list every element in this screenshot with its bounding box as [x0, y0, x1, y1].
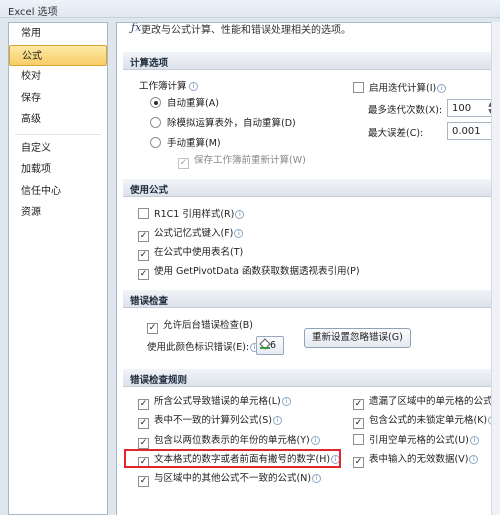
nav-divider: [15, 133, 101, 135]
checkbox[interactable]: ✓: [147, 323, 158, 334]
max-iterations-input[interactable]: 100 ▲▼: [447, 99, 497, 117]
reset-ignored-errors-button[interactable]: 重新设置忽略错误(G): [304, 328, 411, 348]
info-icon: i: [272, 416, 282, 425]
checkbox[interactable]: ✓: [353, 457, 364, 468]
info-icon: i: [469, 455, 479, 464]
radio-manual-calc[interactable]: 手动重算(M): [150, 136, 221, 151]
checkbox-rule-omitted-cells[interactable]: ✓ 遗漏了区域中的单元格的公式(O): [353, 394, 500, 410]
checkbox[interactable]: [138, 208, 149, 219]
nav-item-general[interactable]: 常用: [9, 23, 107, 45]
info-icon: i: [235, 210, 245, 219]
nav-item-customize[interactable]: 自定义: [9, 138, 107, 160]
checkbox[interactable]: [353, 434, 364, 445]
checkbox-r1c1[interactable]: R1C1 引用样式(R) i: [138, 207, 245, 222]
max-iterations-label: 最多迭代次数(X):: [368, 105, 443, 116]
info-icon: i: [437, 84, 447, 93]
options-nav: 常用 公式 校对 保存 高级 自定义 加载项 信任中心 资源: [8, 22, 108, 515]
formulas-panel: ƒx 更改与公式计算、性能和错误处理相关的选项。 计算选项 工作簿计算 i 自动…: [116, 22, 500, 515]
checkbox-rule-two-digit-years[interactable]: ✓ 包含以两位数表示的年份的单元格(Y) i: [138, 433, 320, 449]
nav-item-save[interactable]: 保存: [9, 88, 107, 110]
radio-auto-calc[interactable]: 自动重算(A): [150, 96, 219, 111]
checkbox-rule-unlocked-cells[interactable]: ✓包含公式的未锁定单元格(K)i: [353, 413, 498, 429]
window-title: Excel 选项: [0, 0, 500, 18]
checkbox-rule-error-formulas[interactable]: ✓ 所含公式导致错误的单元格(L) i: [138, 394, 291, 410]
info-icon: i: [281, 397, 291, 406]
checkbox-background-error-checking[interactable]: ✓ 允许后台错误检查(B): [147, 318, 253, 334]
nav-item-trust-center[interactable]: 信任中心: [9, 181, 107, 203]
checkbox-rule-empty-cells[interactable]: 引用空单元格的公式(U) i: [353, 433, 479, 448]
info-icon: i: [312, 474, 322, 483]
radio-button[interactable]: [150, 97, 161, 108]
section-error-checking-rules: 错误检查规则: [123, 369, 500, 387]
checkbox-formula-autocomplete[interactable]: ✓ 公式记忆式键入(F) i: [138, 226, 244, 242]
radio-button[interactable]: [150, 137, 161, 148]
checkbox[interactable]: ✓: [138, 231, 149, 242]
radio-auto-except-tables[interactable]: 除模拟运算表外，自动重算(D): [150, 116, 296, 131]
checkbox-rule-inconsistent-column[interactable]: ✓ 表中不一致的计算列公式(S) i: [138, 413, 282, 429]
radio-button[interactable]: [150, 117, 161, 128]
checkbox[interactable]: ✓: [178, 158, 189, 169]
error-color-picker[interactable]: 6: [256, 336, 284, 355]
checkbox[interactable]: ✓: [138, 476, 149, 487]
max-change-input[interactable]: 0.001: [447, 122, 497, 140]
nav-item-proofing[interactable]: 校对: [9, 66, 107, 88]
workbook-calc-label: 工作簿计算: [139, 81, 187, 92]
max-change-label: 最大误差(C):: [368, 128, 424, 139]
checkbox[interactable]: ✓: [138, 250, 149, 261]
vertical-scrollbar[interactable]: [491, 22, 500, 515]
checkbox[interactable]: ✓: [138, 269, 149, 280]
info-icon: i: [469, 436, 479, 445]
highlight-box: [124, 449, 341, 468]
checkbox[interactable]: ✓: [353, 418, 364, 429]
intro-text: 更改与公式计算、性能和错误处理相关的选项。: [141, 25, 351, 36]
checkbox-table-names[interactable]: ✓ 在公式中使用表名(T): [138, 245, 243, 261]
error-color-label: 使用此颜色标识错误(E): i: [147, 340, 260, 355]
section-calc-options: 计算选项: [123, 52, 500, 70]
info-icon: i: [310, 436, 320, 445]
checkbox-rule-invalid-table-data[interactable]: ✓ 表中输入的无效数据(V) i: [353, 452, 479, 468]
section-error-checking: 错误检查: [123, 290, 500, 308]
info-icon: i: [234, 229, 244, 238]
fill-color-icon: [260, 340, 270, 349]
checkbox[interactable]: ✓: [138, 438, 149, 449]
nav-item-formulas[interactable]: 公式: [9, 44, 107, 66]
section-working-with-formulas: 使用公式: [123, 179, 500, 197]
nav-item-advanced[interactable]: 高级: [9, 109, 107, 131]
info-icon: i: [189, 82, 198, 91]
checkbox-recalc-before-save[interactable]: ✓ 保存工作簿前重新计算(W): [178, 153, 306, 169]
nav-item-resources[interactable]: 资源: [9, 202, 107, 224]
checkbox-rule-inconsistent-formulas[interactable]: ✓ 与区域中的其他公式不一致的公式(N) i: [138, 471, 322, 487]
checkbox-iterative-calc[interactable]: 启用迭代计算(I) i: [353, 81, 447, 96]
checkbox[interactable]: ✓: [138, 399, 149, 410]
nav-item-addins[interactable]: 加载项: [9, 159, 107, 181]
checkbox[interactable]: ✓: [353, 399, 364, 410]
checkbox[interactable]: ✓: [138, 418, 149, 429]
checkbox[interactable]: [353, 82, 364, 93]
checkbox-getpivotdata[interactable]: ✓ 使用 GetPivotData 函数获取数据透视表引用(P): [138, 264, 360, 280]
